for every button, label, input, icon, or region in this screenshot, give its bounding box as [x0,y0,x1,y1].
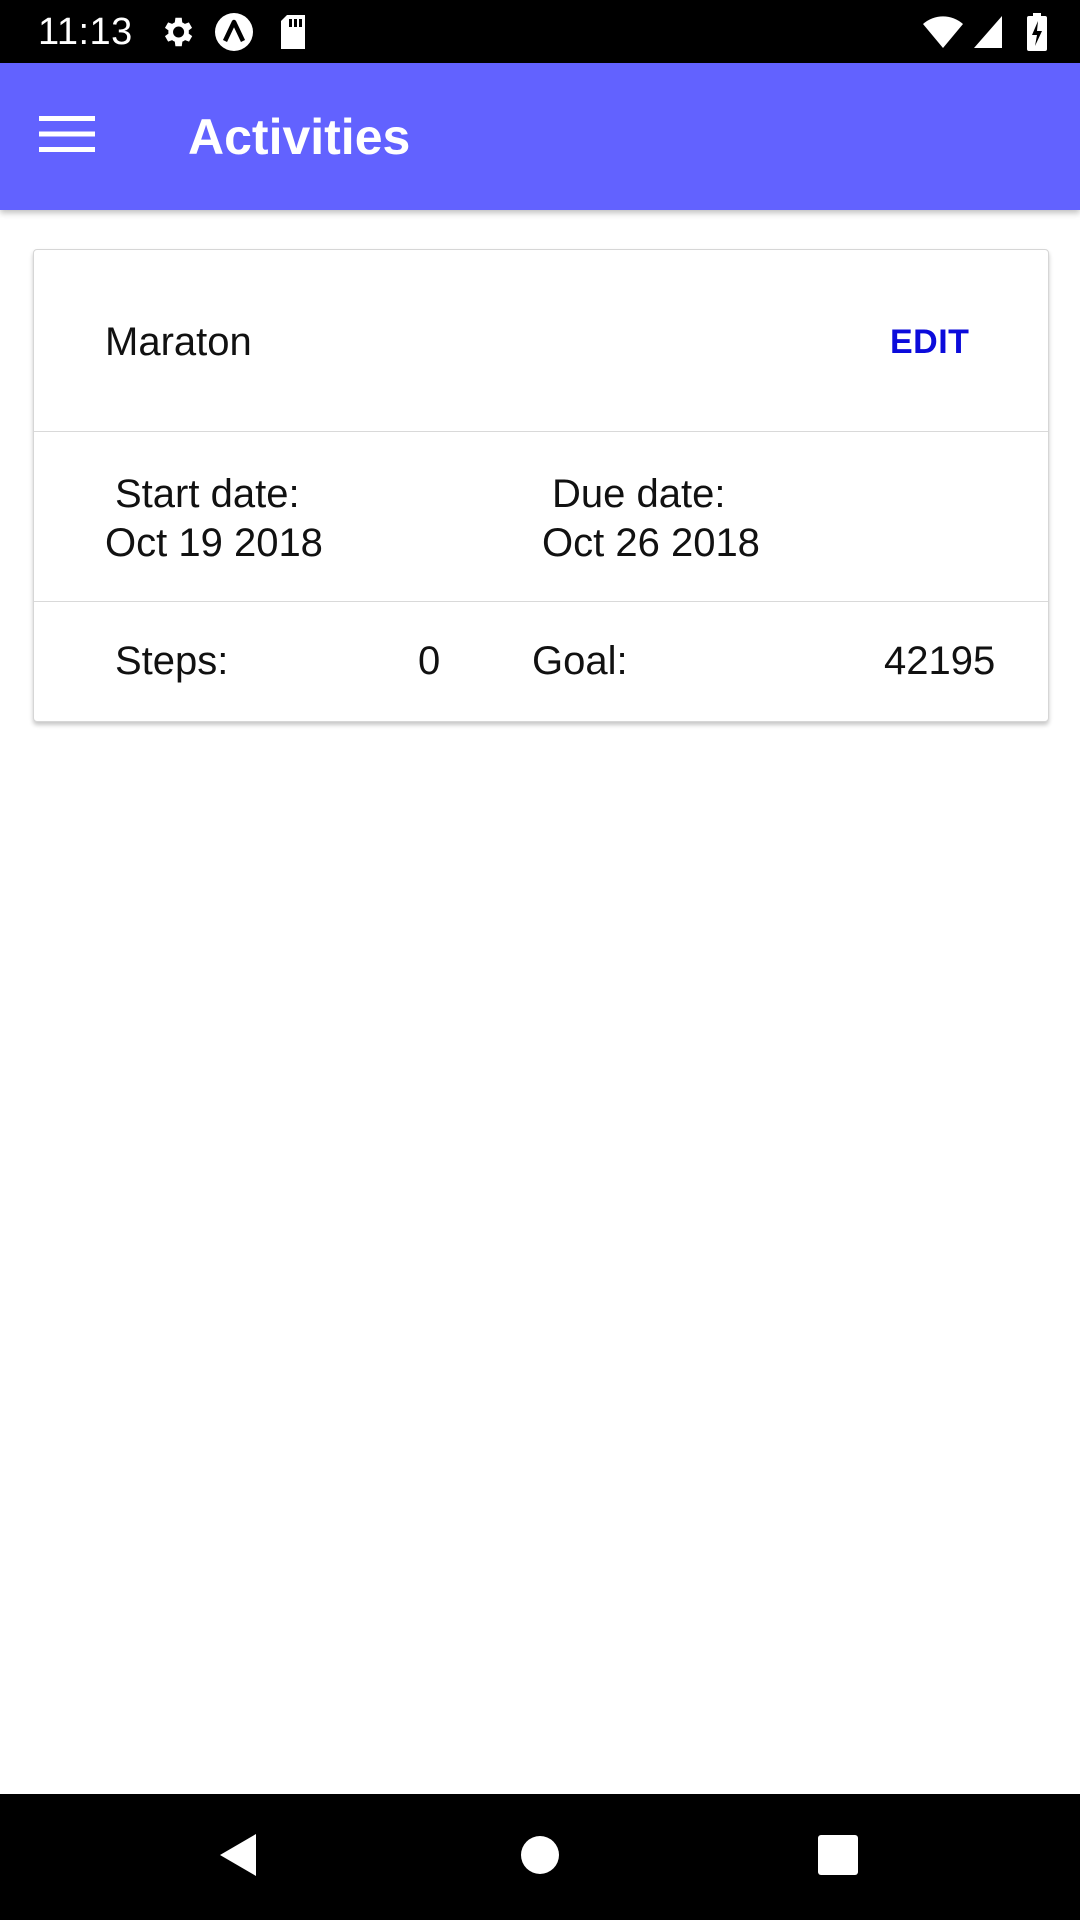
due-date-value: Oct 26 2018 [542,521,760,565]
menu-button[interactable] [24,93,110,179]
edit-button[interactable]: EDIT [882,316,977,368]
activity-card: Maraton EDIT Start date: Oct 19 2018 Due… [33,249,1049,722]
back-icon [216,1831,260,1884]
due-date-label: Due date: [552,472,726,516]
wifi-icon [922,12,964,57]
start-date-value: Oct 19 2018 [105,521,323,565]
recents-button[interactable] [793,1812,883,1902]
cell-signal-icon [972,12,1004,57]
steps-row: Steps: 0 Goal: 42195 [34,603,1048,721]
steps-label: Steps: [115,639,229,683]
goal-label: Goal: [532,639,628,683]
back-button[interactable] [193,1812,283,1902]
a-badge-icon [214,12,254,57]
recents-icon [817,1834,859,1881]
status-icons-right [922,12,1050,52]
gear-icon [158,12,196,57]
home-button[interactable] [495,1812,585,1902]
card-header: Maraton EDIT [34,250,1048,432]
status-bar: 11:13 [0,0,1080,63]
activity-name: Maraton [105,320,252,364]
app-bar: Activities [0,63,1080,210]
status-time: 11:13 [38,11,133,53]
home-icon [520,1835,560,1880]
system-nav-bar [0,1794,1080,1920]
dates-row: Start date: Oct 19 2018 Due date: Oct 26… [34,433,1048,602]
goal-value: 42195 [884,639,996,683]
battery-charging-icon [1026,12,1048,57]
page-title: Activities [188,109,411,165]
sd-card-icon [278,12,308,57]
hamburger-menu-icon [39,114,95,159]
steps-value: 0 [418,639,441,683]
start-date-label: Start date: [115,472,300,516]
